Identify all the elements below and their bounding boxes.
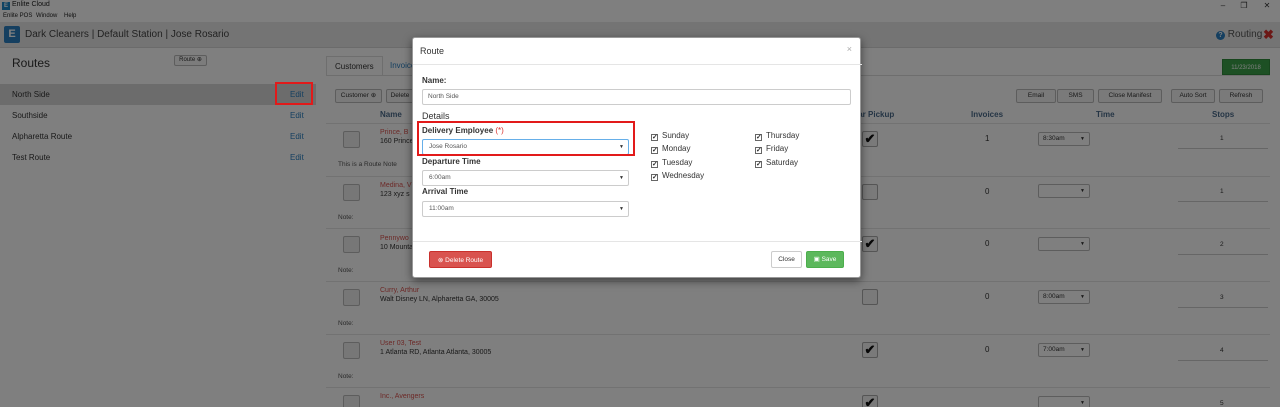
checkbox-check-icon: ✓ bbox=[755, 134, 762, 141]
save-button[interactable]: ▣ Save bbox=[806, 251, 844, 268]
route-name-input[interactable]: North Side bbox=[422, 89, 851, 105]
delete-route-button[interactable]: ⊗ Delete Route bbox=[429, 251, 492, 268]
caret-down-icon: ▼ bbox=[619, 175, 624, 181]
name-label: Name: bbox=[422, 76, 447, 85]
checkbox-check-icon: ✓ bbox=[651, 174, 658, 181]
day-checkbox-wednesday[interactable]: ✓ Wednesday bbox=[651, 171, 705, 181]
arrival-time-label: Arrival Time bbox=[422, 187, 469, 196]
day-checkbox-thursday[interactable]: ✓ Thursday bbox=[755, 131, 800, 141]
checkbox-check-icon: ✓ bbox=[651, 147, 658, 154]
modal-close-icon[interactable]: × bbox=[847, 44, 852, 54]
arrival-time-value: 11:00am bbox=[429, 205, 454, 212]
day-checkbox-friday[interactable]: ✓ Friday bbox=[755, 144, 789, 154]
highlight-delivery-box bbox=[417, 121, 635, 156]
departure-time-label: Departure Time bbox=[422, 157, 481, 166]
departure-time-select[interactable]: 6:00am ▼ bbox=[422, 170, 629, 186]
modal-close-button[interactable]: Close bbox=[771, 251, 802, 268]
save-icon: ▣ bbox=[813, 256, 822, 263]
day-label: Tuesday bbox=[662, 158, 693, 167]
checkbox-check-icon: ✓ bbox=[651, 134, 658, 141]
day-label: Monday bbox=[662, 144, 691, 153]
day-label: Sunday bbox=[662, 131, 690, 140]
modal-title: Route bbox=[420, 46, 445, 56]
modal-header-divider bbox=[413, 64, 862, 65]
departure-time-value: 6:00am bbox=[429, 174, 451, 181]
checkbox-check-icon: ✓ bbox=[651, 161, 658, 168]
checkbox-check-icon: ✓ bbox=[755, 161, 762, 168]
route-modal: Route × Name: North Side Details Deliver… bbox=[412, 37, 862, 278]
details-heading: Details bbox=[422, 111, 450, 121]
day-checkbox-monday[interactable]: ✓ Monday bbox=[651, 144, 691, 154]
save-label: Save bbox=[821, 256, 837, 263]
highlight-edit-box bbox=[275, 82, 313, 105]
day-label: Thursday bbox=[766, 131, 800, 140]
modal-footer-divider bbox=[413, 241, 862, 242]
day-label: Wednesday bbox=[662, 171, 705, 180]
day-label: Saturday bbox=[766, 158, 799, 167]
day-label: Friday bbox=[766, 144, 789, 153]
day-checkbox-saturday[interactable]: ✓ Saturday bbox=[755, 158, 799, 168]
day-checkbox-tuesday[interactable]: ✓ Tuesday bbox=[651, 158, 693, 168]
day-checkbox-sunday[interactable]: ✓ Sunday bbox=[651, 131, 690, 141]
checkbox-check-icon: ✓ bbox=[755, 147, 762, 154]
arrival-time-select[interactable]: 11:00am ▼ bbox=[422, 201, 629, 217]
caret-down-icon: ▼ bbox=[619, 206, 624, 212]
